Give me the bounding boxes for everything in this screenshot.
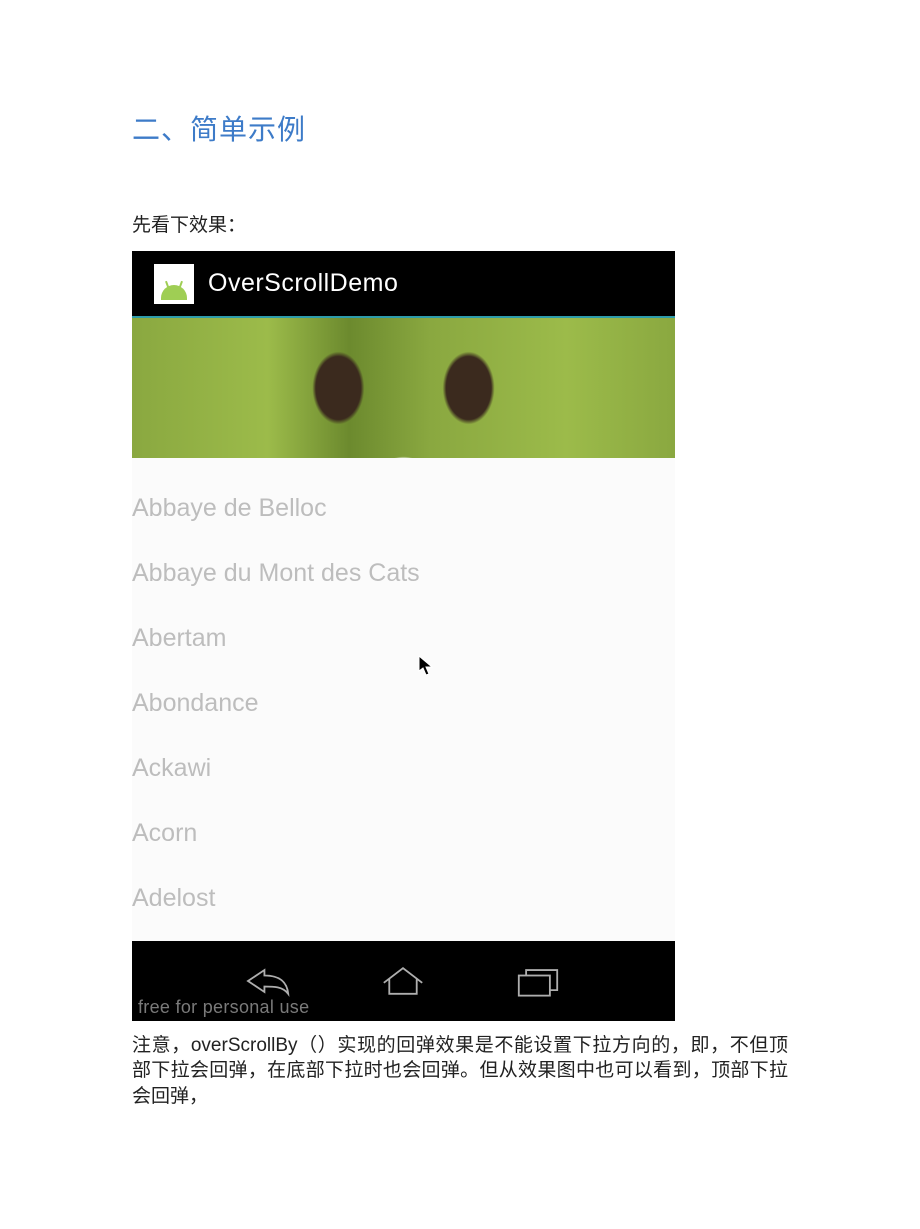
list-item[interactable]: Abbaye du Mont des Cats bbox=[132, 541, 675, 606]
demo-screenshot: OverScrollDemo Abbaye de Belloc Abbaye d… bbox=[132, 251, 675, 1021]
cursor-icon bbox=[418, 655, 435, 677]
body-paragraph: 注意，overScrollBy（）实现的回弹效果是不能设置下拉方向的，即，不但顶… bbox=[132, 1033, 788, 1109]
app-title: OverScrollDemo bbox=[208, 269, 398, 298]
list-item[interactable]: Abbaye de Belloc bbox=[132, 476, 675, 541]
intro-text: 先看下效果： bbox=[132, 210, 788, 237]
list-view[interactable]: Abbaye de Belloc Abbaye du Mont des Cats… bbox=[132, 458, 675, 941]
recents-icon[interactable] bbox=[506, 961, 570, 1001]
list-item[interactable]: Ackawi bbox=[132, 736, 675, 801]
back-icon[interactable] bbox=[237, 961, 301, 1001]
header-image bbox=[132, 316, 675, 458]
section-heading: 二、简单示例 bbox=[132, 108, 788, 148]
list-item[interactable]: Adelost bbox=[132, 866, 675, 931]
home-icon[interactable] bbox=[371, 961, 435, 1001]
android-nav-bar: free for personal use bbox=[132, 941, 675, 1021]
app-title-bar: OverScrollDemo bbox=[132, 251, 675, 316]
list-item[interactable]: Abondance bbox=[132, 671, 675, 736]
android-icon bbox=[154, 264, 194, 304]
list-item[interactable]: Abertam bbox=[132, 606, 675, 671]
list-item[interactable]: Acorn bbox=[132, 801, 675, 866]
